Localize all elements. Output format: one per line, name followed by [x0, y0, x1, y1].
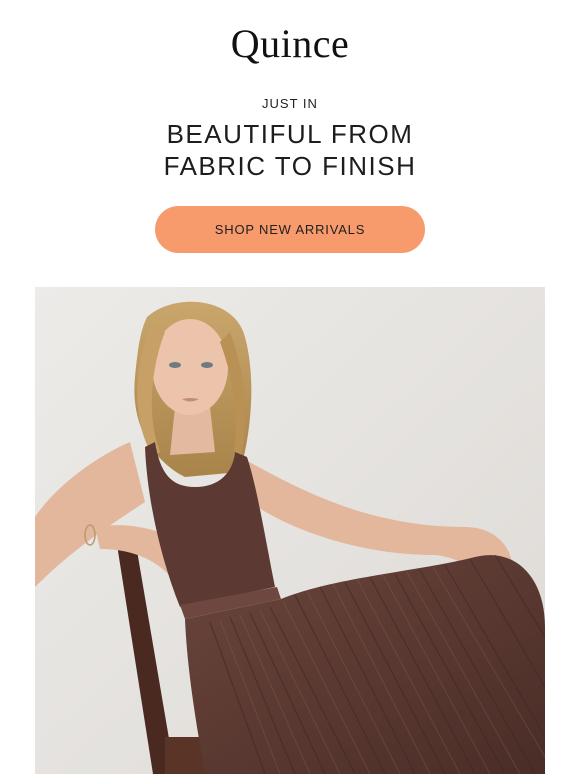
headline: BEAUTIFUL FROM FABRIC TO FINISH — [0, 118, 580, 182]
brand-logo[interactable]: Quince — [0, 22, 580, 66]
eyebrow-label: JUST IN — [262, 96, 318, 111]
hero-image[interactable] — [35, 287, 545, 774]
hero-photo-illustration — [35, 287, 545, 774]
headline-line-2: FABRIC TO FINISH — [163, 151, 417, 181]
headline-line-1: BEAUTIFUL FROM — [166, 119, 414, 149]
shop-new-arrivals-button[interactable]: SHOP NEW ARRIVALS — [155, 206, 425, 253]
